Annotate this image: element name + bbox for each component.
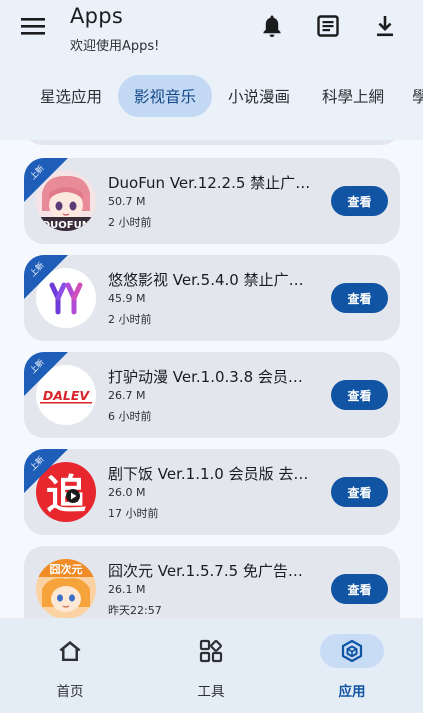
menu-icon <box>21 18 45 35</box>
app-card[interactable]: DUOFUN 上新 DuoFun Ver.12.2.5 禁止广告… 50.7 M… <box>24 158 400 244</box>
app-name: 囧次元 Ver.1.5.7.5 免广告… <box>108 562 303 580</box>
nav-apps-pill <box>320 634 384 668</box>
app-name: DuoFun Ver.12.2.5 禁止广告… <box>108 174 318 192</box>
apps-cube-icon <box>341 639 363 663</box>
view-button[interactable]: 查看 <box>331 186 388 216</box>
tab-featured-apps[interactable]: 星选应用 <box>25 75 117 117</box>
bell-icon <box>263 15 281 37</box>
view-button[interactable]: 查看 <box>331 477 388 507</box>
top-app-bar: Apps 欢迎使用Apps! 星选应用 影视音乐 小说漫画 科學上網 學 <box>0 0 423 140</box>
app-subtitle: 欢迎使用Apps! <box>70 39 160 54</box>
nav-apps[interactable]: 应用 <box>282 618 422 713</box>
app-card[interactable]: 囧次元 囧次元 Ver.1.5.7.5 免广告… 26.1 M 昨天22:57 … <box>24 546 400 618</box>
previous-card-edge <box>24 140 400 145</box>
view-button[interactable]: 查看 <box>331 380 388 410</box>
tools-grid-icon <box>199 639 223 663</box>
nav-tools-label: 工具 <box>197 684 225 700</box>
app-list: DUOFUN 上新 DuoFun Ver.12.2.5 禁止广告… 50.7 M… <box>0 140 423 618</box>
app-size: 26.0 M <box>108 486 146 499</box>
tab-partial[interactable]: 學 <box>402 75 423 117</box>
app-card[interactable]: 追 上新 剧下饭 Ver.1.1.0 会员版 去… 26.0 M 17 小时前 … <box>24 449 400 535</box>
app-card[interactable]: yy 上新 悠悠影视 Ver.5.4.0 禁止广告… 45.9 M 2 小时前 … <box>24 255 400 341</box>
tab-science-internet[interactable]: 科學上網 <box>308 75 398 117</box>
app-updated-time: 2 小时前 <box>108 313 152 326</box>
nav-tools[interactable]: 工具 <box>141 618 281 713</box>
tab-video-music[interactable]: 影视音乐 <box>118 75 212 117</box>
app-name: 打驴动漫 Ver.1.0.3.8 会员… <box>108 368 303 386</box>
nav-home-label: 首页 <box>56 684 84 700</box>
list-icon <box>317 15 339 37</box>
view-button[interactable]: 查看 <box>331 283 388 313</box>
app-updated-time: 昨天22:57 <box>108 604 162 617</box>
app-size: 45.9 M <box>108 292 146 305</box>
nav-home[interactable]: 首页 <box>0 618 140 713</box>
category-tabs: 星选应用 影视音乐 小说漫画 科學上網 學 <box>0 74 423 118</box>
jiongciyuan-logo-text: 囧次元 <box>50 562 83 576</box>
download-button[interactable] <box>369 10 401 42</box>
bottom-navigation: 首页 工具 应用 <box>0 618 423 713</box>
jiongciyuan-app-icon: 囧次元 <box>36 559 96 618</box>
app-updated-time: 2 小时前 <box>108 216 152 229</box>
app-card[interactable]: DALEV 上新 打驴动漫 Ver.1.0.3.8 会员… 26.7 M 6 小… <box>24 352 400 438</box>
tab-novel-comic[interactable]: 小说漫画 <box>214 75 304 117</box>
app-size: 50.7 M <box>108 195 146 208</box>
nav-apps-label: 应用 <box>338 684 366 700</box>
app-size: 26.7 M <box>108 389 146 402</box>
home-icon <box>59 641 81 661</box>
app-name: 悠悠影视 Ver.5.4.0 禁止广告… <box>108 271 318 289</box>
app-size: 26.1 M <box>108 583 146 596</box>
article-list-button[interactable] <box>312 10 344 42</box>
app-updated-time: 6 小时前 <box>108 410 152 423</box>
duofun-logo-text: DUOFUN <box>42 220 90 231</box>
download-icon <box>377 16 393 37</box>
view-button[interactable]: 查看 <box>331 574 388 604</box>
app-name: 剧下饭 Ver.1.1.0 会员版 去… <box>108 465 309 483</box>
nav-tools-pill <box>179 634 243 668</box>
menu-button[interactable] <box>14 10 52 42</box>
app-updated-time: 17 小时前 <box>108 507 159 520</box>
app-title: Apps <box>70 4 124 28</box>
nav-home-pill <box>38 634 102 668</box>
notifications-button[interactable] <box>256 10 288 42</box>
